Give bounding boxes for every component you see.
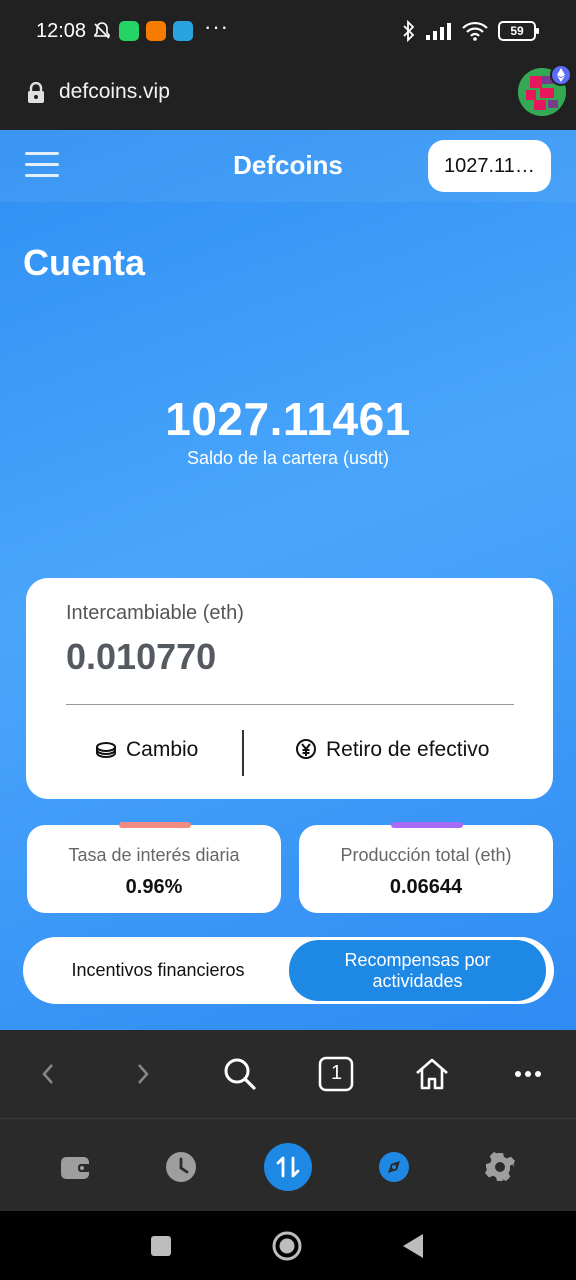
stat-accent [119, 822, 191, 828]
telegram-icon [173, 21, 193, 41]
wallet-icon[interactable] [52, 1143, 100, 1191]
divider [66, 704, 514, 705]
status-time: 12:08 [36, 20, 87, 42]
notification-icons [92, 21, 193, 41]
stat-card-daily-rate: Tasa de interés diaria 0.96% [27, 822, 281, 913]
stat-value: 0.06644 [389, 876, 463, 898]
stat-label: Producción total (eth) [340, 845, 512, 865]
shop-app-icon [146, 21, 166, 41]
system-icons: 59 [402, 20, 539, 42]
swap-icon[interactable] [264, 1143, 312, 1191]
back-button-icon[interactable] [398, 1231, 428, 1261]
wallet-toolbar [0, 1118, 576, 1211]
exchange-label: Cambio [126, 738, 199, 761]
whatsapp-icon [119, 21, 139, 41]
incentive-tabs: Incentivos financieros Recompensas por a… [23, 937, 554, 1004]
exchangeable-value: 0.010770 [66, 636, 217, 677]
back-icon[interactable] [26, 1052, 70, 1096]
withdraw-button[interactable]: Retiro de efectivo [294, 738, 489, 762]
wifi-icon [462, 21, 488, 41]
ethereum-icon [550, 64, 572, 86]
status-bar: 12:08 ··· 59 [0, 0, 576, 62]
search-icon[interactable] [218, 1052, 262, 1096]
withdraw-label: Retiro de efectivo [326, 738, 490, 761]
defcoins-page: Defcoins 1027.11461 Cuenta 1027.11461 Sa… [0, 130, 576, 1030]
stat-value: 0.96% [125, 876, 183, 898]
balance-pill[interactable]: 1027.11461 [428, 140, 551, 192]
tab-financial-incentives[interactable]: Incentivos financieros [27, 940, 289, 1001]
exchangeable-label: Intercambiable (eth) [66, 602, 244, 624]
recents-icon[interactable] [146, 1231, 176, 1261]
yuan-coin-icon [296, 739, 316, 759]
wallet-balance-label: Saldo de la cartera (usdt) [186, 448, 390, 468]
home-icon[interactable] [410, 1052, 454, 1096]
action-separator [242, 730, 244, 776]
lock-icon [28, 82, 44, 103]
more-notifications-icon: ··· [204, 14, 229, 39]
page-title: Cuenta [23, 242, 146, 283]
history-icon[interactable] [157, 1143, 205, 1191]
muted-bell-icon [94, 22, 110, 39]
stat-card-total-production: Producción total (eth) 0.06644 [299, 822, 553, 913]
wallet-balance: 1027.11461 [165, 393, 411, 445]
signal-icon [426, 23, 451, 40]
tab-count: 1 [331, 1062, 343, 1084]
stat-accent [391, 822, 463, 828]
more-icon[interactable] [506, 1052, 550, 1096]
discover-icon[interactable] [370, 1143, 418, 1191]
exchange-card: Intercambiable (eth) 0.010770 Cambio Ret… [26, 578, 553, 799]
top-nav: Defcoins 1027.11461 [0, 130, 576, 202]
tabs-icon[interactable]: 1 [314, 1052, 358, 1096]
android-nav-bar [0, 1211, 576, 1280]
exchange-button[interactable]: Cambio [94, 738, 198, 762]
settings-icon[interactable] [476, 1143, 524, 1191]
url-text[interactable]: defcoins.vip [59, 80, 170, 104]
browser-url-bar[interactable]: defcoins.vip [0, 62, 576, 130]
stat-label: Tasa de interés diaria [68, 845, 240, 865]
home-button-icon[interactable] [272, 1231, 302, 1261]
bluetooth-icon [403, 20, 415, 42]
tab-activity-rewards[interactable]: Recompensas por actividades [289, 940, 546, 1001]
battery-icon: 59 [498, 21, 539, 41]
forward-icon[interactable] [121, 1052, 165, 1096]
browser-toolbar: 1 [0, 1030, 576, 1118]
coins-icon [96, 742, 116, 759]
